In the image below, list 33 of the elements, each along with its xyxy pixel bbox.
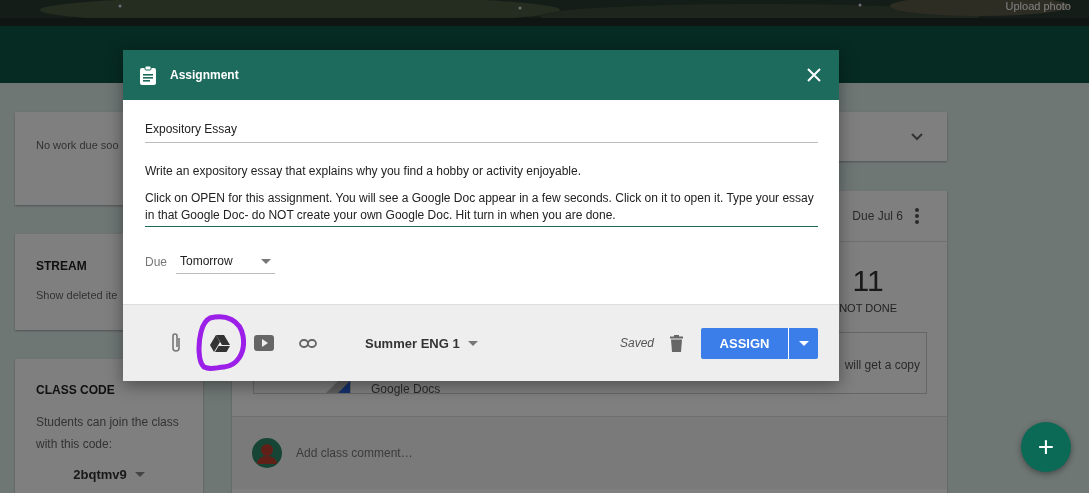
class-dropdown[interactable]: Summer ENG 1: [365, 335, 478, 351]
trash-icon[interactable]: [670, 334, 683, 352]
close-button[interactable]: [807, 68, 821, 82]
stream-heading: STREAM: [36, 259, 87, 273]
drive-icon[interactable]: [210, 334, 230, 352]
dialog-title: Assignment: [170, 68, 240, 82]
title-field[interactable]: Expository Essay: [145, 122, 818, 143]
clipboard-icon: [140, 65, 156, 85]
due-dropdown[interactable]: Tomorrow: [176, 254, 275, 274]
not-done-label: NOT DONE: [839, 302, 897, 314]
video-icon[interactable]: [254, 335, 274, 351]
class-code-heading: CLASS CODE: [36, 383, 115, 397]
class-code-text: Students can join the class with this code:: [36, 414, 180, 453]
avatar-icon: [252, 438, 282, 468]
chevron-icon[interactable]: [911, 132, 923, 141]
paperclip-icon[interactable]: [170, 332, 182, 354]
caret-icon: [798, 340, 809, 346]
add-button[interactable]: +: [1021, 422, 1071, 472]
caret-icon: [467, 340, 478, 346]
due-date: Due Jul 6: [852, 209, 903, 223]
upcoming-text: No work due soo: [36, 138, 120, 153]
instructions-field[interactable]: Write an expository essay that explains why you find a hobby or activity enjoyable. Click on OPEN for this assignment. You will see a Google Doc appear in a few seconds. Click on it to open it. Type your essay in that Google Doc- do NOT create your own Google Doc. Hit turn in when you are done.: [145, 163, 818, 227]
more-icon[interactable]: [915, 208, 919, 224]
saved-status: Saved: [619, 336, 654, 350]
caret-icon[interactable]: [134, 472, 145, 477]
assign-button[interactable]: ASSIGN: [701, 327, 788, 359]
link-icon[interactable]: [299, 338, 317, 348]
class-code: 2bqtmv9: [73, 467, 127, 482]
assign-menu-button[interactable]: [788, 327, 818, 359]
due-label: Due: [145, 254, 167, 269]
attachment-note: will get a copy: [844, 359, 920, 374]
caret-icon: [260, 258, 271, 264]
not-done-count: 11: [852, 264, 884, 298]
